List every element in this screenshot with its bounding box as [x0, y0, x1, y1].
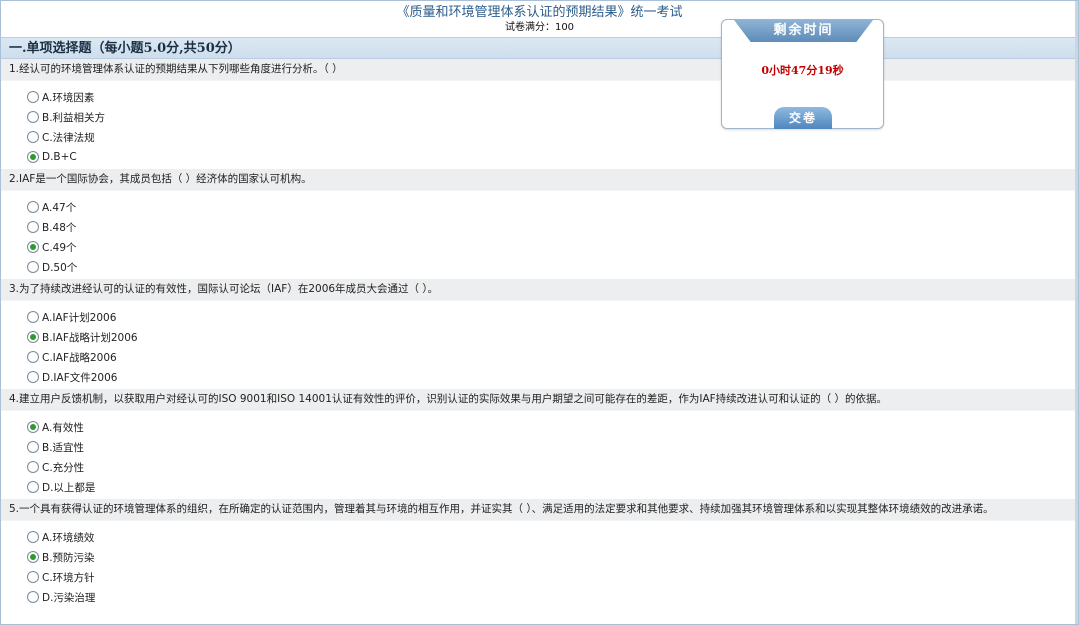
question-4: 4.建立用户反馈机制，以获取用户对经认可的ISO 9001和ISO 14001认…: [1, 389, 1078, 499]
radio-unchecked-icon[interactable]: [27, 201, 39, 213]
option-group: A.环境因素 B.利益相关方 C.法律法规 D.B+C: [1, 81, 1078, 169]
radio-unchecked-icon[interactable]: [27, 221, 39, 233]
answer-option[interactable]: C.IAF战略2006: [27, 347, 1078, 367]
question-text: 2.IAF是一个国际协会，其成员包括（ ）经济体的国家认可机构。: [1, 169, 1078, 191]
section-title: 一.单项选择题（每小题5.0分,共50分）: [1, 37, 1078, 59]
answer-option[interactable]: C.法律法规: [27, 127, 1078, 147]
question-text: 1.经认可的环境管理体系认证的预期结果从下列哪些角度进行分析。（ ）: [1, 59, 1078, 81]
option-label[interactable]: B.适宜性: [42, 440, 84, 455]
answer-option[interactable]: A.环境绩效: [27, 527, 1078, 547]
option-label[interactable]: B.利益相关方: [42, 110, 105, 125]
time-remaining: 0小时47分19秒: [761, 64, 844, 77]
option-label[interactable]: D.IAF文件2006: [42, 370, 117, 385]
countdown-timer: 剩余时间 0小时47分19秒 交卷: [721, 19, 884, 129]
answer-option[interactable]: B.适宜性: [27, 437, 1078, 457]
option-label[interactable]: D.B+C: [42, 151, 77, 163]
answer-option[interactable]: A.IAF计划2006: [27, 307, 1078, 327]
answer-option[interactable]: C.49个: [27, 237, 1078, 257]
exam-page: 《质量和环境管理体系认证的预期结果》统一考试 试卷满分：100 一.单项选择题（…: [0, 0, 1079, 625]
question-text: 3.为了持续改进经认可的认证的有效性，国际认可论坛（IAF）在2006年成员大会…: [1, 279, 1078, 301]
option-group: A.47个 B.48个 C.49个 D.50个: [1, 191, 1078, 279]
option-label[interactable]: B.预防污染: [42, 550, 95, 565]
radio-unchecked-icon[interactable]: [27, 441, 39, 453]
option-label[interactable]: C.充分性: [42, 460, 84, 475]
option-group: A.有效性 B.适宜性 C.充分性 D.以上都是: [1, 411, 1078, 499]
answer-option[interactable]: C.环境方针: [27, 567, 1078, 587]
answer-option[interactable]: B.IAF战略计划2006: [27, 327, 1078, 347]
option-label[interactable]: D.以上都是: [42, 480, 95, 495]
radio-unchecked-icon[interactable]: [27, 261, 39, 273]
exam-header: 《质量和环境管理体系认证的预期结果》统一考试 试卷满分：100: [1, 1, 1078, 37]
option-label[interactable]: A.IAF计划2006: [42, 310, 116, 325]
exam-score: 试卷满分：100: [504, 22, 575, 33]
radio-unchecked-icon[interactable]: [27, 91, 39, 103]
question-text: 4.建立用户反馈机制，以获取用户对经认可的ISO 9001和ISO 14001认…: [1, 389, 1078, 411]
option-group: A.环境绩效 B.预防污染 C.环境方针 D.污染治理: [1, 521, 1078, 609]
answer-option[interactable]: A.有效性: [27, 417, 1078, 437]
option-label[interactable]: A.环境因素: [42, 90, 94, 105]
answer-option[interactable]: D.50个: [27, 257, 1078, 277]
radio-unchecked-icon[interactable]: [27, 461, 39, 473]
radio-unchecked-icon[interactable]: [27, 481, 39, 493]
option-label[interactable]: A.有效性: [42, 420, 84, 435]
answer-option[interactable]: D.污染治理: [27, 587, 1078, 607]
answer-option[interactable]: D.IAF文件2006: [27, 367, 1078, 387]
exam-title: 《质量和环境管理体系认证的预期结果》统一考试: [396, 5, 683, 20]
radio-checked-icon[interactable]: [27, 421, 39, 433]
answer-option[interactable]: D.以上都是: [27, 477, 1078, 497]
option-label[interactable]: C.法律法规: [42, 130, 95, 145]
radio-checked-icon[interactable]: [27, 551, 39, 563]
answer-option[interactable]: B.利益相关方: [27, 107, 1078, 127]
option-label[interactable]: D.50个: [42, 260, 77, 275]
option-label[interactable]: A.47个: [42, 200, 76, 215]
question-text: 5.一个具有获得认证的环境管理体系的组织，在所确定的认证范围内，管理着其与环境的…: [1, 499, 1078, 521]
scrollbar-edge[interactable]: [1075, 1, 1078, 624]
radio-unchecked-icon[interactable]: [27, 311, 39, 323]
option-label[interactable]: B.IAF战略计划2006: [42, 330, 138, 345]
option-group: A.IAF计划2006 B.IAF战略计划2006 C.IAF战略2006 D.IAF…: [1, 301, 1078, 389]
answer-option[interactable]: A.47个: [27, 197, 1078, 217]
answer-option[interactable]: A.环境因素: [27, 87, 1078, 107]
radio-unchecked-icon[interactable]: [27, 351, 39, 363]
answer-option[interactable]: D.B+C: [27, 147, 1078, 167]
option-label[interactable]: D.污染治理: [42, 590, 95, 605]
option-label[interactable]: C.IAF战略2006: [42, 350, 117, 365]
timer-tab-label: 剩余时间: [734, 20, 873, 42]
radio-checked-icon[interactable]: [27, 151, 39, 163]
option-label[interactable]: A.环境绩效: [42, 530, 94, 545]
answer-option[interactable]: C.充分性: [27, 457, 1078, 477]
radio-unchecked-icon[interactable]: [27, 591, 39, 603]
answer-option[interactable]: B.48个: [27, 217, 1078, 237]
submit-exam-button[interactable]: 交卷: [774, 107, 832, 129]
question-3: 3.为了持续改进经认可的认证的有效性，国际认可论坛（IAF）在2006年成员大会…: [1, 279, 1078, 389]
question-list: 1.经认可的环境管理体系认证的预期结果从下列哪些角度进行分析。（ ） A.环境因素…: [1, 59, 1078, 609]
radio-unchecked-icon[interactable]: [27, 111, 39, 123]
option-label[interactable]: B.48个: [42, 220, 76, 235]
option-label[interactable]: C.环境方针: [42, 570, 95, 585]
radio-unchecked-icon[interactable]: [27, 571, 39, 583]
radio-unchecked-icon[interactable]: [27, 131, 39, 143]
answer-option[interactable]: B.预防污染: [27, 547, 1078, 567]
radio-unchecked-icon[interactable]: [27, 371, 39, 383]
option-label[interactable]: C.49个: [42, 240, 77, 255]
radio-checked-icon[interactable]: [27, 331, 39, 343]
radio-checked-icon[interactable]: [27, 241, 39, 253]
radio-unchecked-icon[interactable]: [27, 531, 39, 543]
question-5: 5.一个具有获得认证的环境管理体系的组织，在所确定的认证范围内，管理着其与环境的…: [1, 499, 1078, 609]
question-2: 2.IAF是一个国际协会，其成员包括（ ）经济体的国家认可机构。 A.47个 B.4…: [1, 169, 1078, 279]
question-1: 1.经认可的环境管理体系认证的预期结果从下列哪些角度进行分析。（ ） A.环境因素…: [1, 59, 1078, 169]
